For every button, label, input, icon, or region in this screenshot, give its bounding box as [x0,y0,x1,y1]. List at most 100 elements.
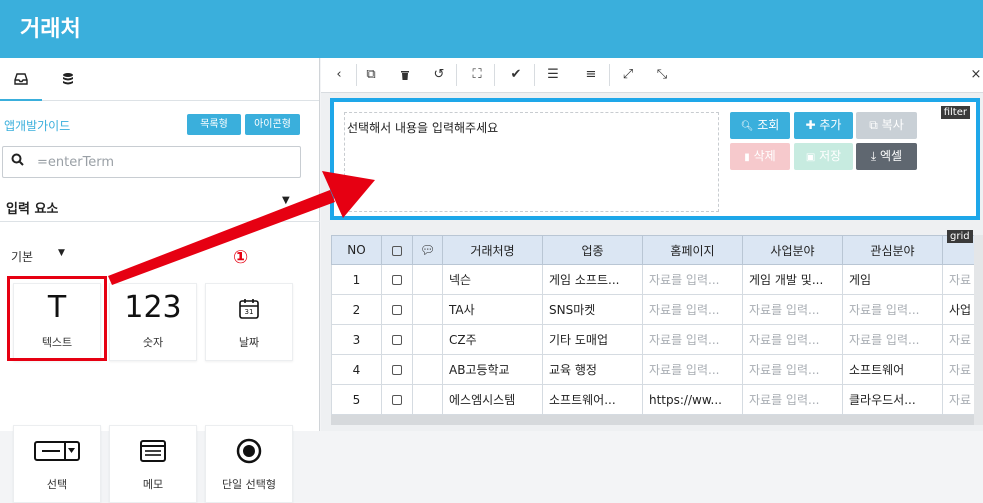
cell-interest[interactable]: 게임 [842,264,943,295]
cell-company[interactable]: 에스엠시스템 [442,384,543,415]
element-search[interactable]: =enterTerm [2,146,301,178]
checkbox[interactable] [392,305,402,315]
comment-cell[interactable] [412,294,443,325]
row-checkbox-cell[interactable] [381,324,413,355]
row-checkbox-cell[interactable] [381,384,413,415]
table-row[interactable]: 2 TA사 SNS마켓 자료를 입력... 자료를 입력... 자료를 입력... 사업 [331,294,974,325]
cell-homepage[interactable]: 자료를 입력... [642,264,743,295]
delete-button[interactable]: ▮ 삭제 [730,143,790,170]
table-row[interactable]: 4 AB고등학교 교육 행정 자료를 입력... 자료를 입력... 소프트웨어 자료 [331,354,974,385]
select-area-icon[interactable]: ⛶ [463,58,491,92]
cell-industry[interactable]: SNS마켓 [542,294,643,325]
cell-business[interactable]: 자료를 입력... [742,324,843,355]
expand-icon[interactable]: ⤢ [614,58,642,92]
inbox-tab[interactable] [0,58,42,101]
cell-no[interactable]: 5 [331,384,382,415]
list-view-button[interactable]: 목록형 [187,114,241,135]
subsection-label[interactable]: 기본 [11,248,33,265]
cell-company[interactable]: TA사 [442,294,543,325]
cell-industry[interactable]: 소프트웨어... [542,384,643,415]
col-interest[interactable]: 관심분야 [842,235,943,265]
cell-industry[interactable]: 교육 행정 [542,354,643,385]
trash-icon[interactable] [391,58,419,92]
cell-industry[interactable]: 기타 도매업 [542,324,643,355]
row-checkbox-cell[interactable] [381,294,413,325]
undo-icon[interactable]: ↺ [425,58,453,92]
search-button[interactable]: 🔍︎ 조회 [730,112,790,139]
close-icon[interactable]: × [969,58,983,92]
cell-no[interactable]: 1 [331,264,382,295]
button-label: 삭제 [753,149,776,163]
cell-homepage[interactable]: 자료를 입력... [642,354,743,385]
checkbox[interactable] [392,245,402,256]
excel-button[interactable]: ⤓ 엑셀 [856,143,917,170]
checkbox[interactable] [392,275,402,285]
cell-extra[interactable]: 자료 [942,384,974,415]
cell-interest[interactable]: 자료를 입력... [842,294,943,325]
cell-extra[interactable]: 자료 [942,324,974,355]
cell-business[interactable]: 자료를 입력... [742,354,843,385]
checkbox[interactable] [392,395,402,405]
comment-cell[interactable] [412,324,443,355]
add-button[interactable]: ✚ 추가 [794,112,853,139]
horizontal-scrollbar[interactable] [331,415,974,425]
align-justify-icon[interactable]: ≡ [577,58,605,92]
vertical-scrollbar[interactable] [974,235,983,425]
tile-number[interactable]: 123 숫자 [109,283,197,361]
section-dropdown-icon[interactable]: ▼ [282,195,290,206]
col-business[interactable]: 사업분야 [742,235,843,265]
col-homepage[interactable]: 홈페이지 [642,235,743,265]
cell-extra[interactable]: 사업 [942,294,974,325]
col-comment[interactable]: 💬︎ [412,235,443,265]
cell-extra[interactable]: 자료 [942,264,974,295]
cell-company[interactable]: CZ주 [442,324,543,355]
tile-date[interactable]: 31 날짜 [205,283,293,361]
row-checkbox-cell[interactable] [381,264,413,295]
tile-select[interactable]: 선택 [13,425,101,503]
tile-radio[interactable]: 단일 선택형 [205,425,293,503]
cell-business[interactable]: 게임 개발 및... [742,264,843,295]
cell-interest[interactable]: 자료를 입력... [842,324,943,355]
app-guide-link[interactable]: 앱개발가이드 [4,117,70,134]
checkbox[interactable] [392,365,402,375]
copy-button[interactable]: ⧉ 복사 [856,112,917,139]
cell-no[interactable]: 3 [331,324,382,355]
col-industry[interactable]: 업종 [542,235,643,265]
cell-no[interactable]: 4 [331,354,382,385]
filter-textarea[interactable]: 선택해서 내용을 입력해주세요 [344,112,719,212]
copy-icon[interactable]: ⧉ [357,58,385,92]
cell-interest[interactable]: 클라우드서... [842,384,943,415]
cell-no[interactable]: 2 [331,294,382,325]
cell-interest[interactable]: 소프트웨어 [842,354,943,385]
database-tab[interactable] [47,58,89,101]
cell-extra[interactable]: 자료 [942,354,974,385]
comment-cell[interactable] [412,354,443,385]
icon-view-button[interactable]: 아이콘형 [245,114,300,135]
back-icon[interactable]: ‹ [325,58,353,92]
cell-company[interactable]: AB고등학교 [442,354,543,385]
table-row[interactable]: 5 에스엠시스템 소프트웨어... https://ww... 자료를 입력... 클라우… [331,384,974,415]
cell-company[interactable]: 넥슨 [442,264,543,295]
search-input[interactable]: =enterTerm [37,155,114,170]
col-select-all[interactable] [381,235,413,265]
comment-cell[interactable] [412,264,443,295]
cell-industry[interactable]: 게임 소프트... [542,264,643,295]
comment-cell[interactable] [412,384,443,415]
table-row[interactable]: 3 CZ주 기타 도매업 자료를 입력... 자료를 입력... 자료를 입력... 자료 [331,324,974,355]
tile-memo[interactable]: 메모 [109,425,197,503]
cell-homepage[interactable]: https://ww... [642,384,743,415]
cell-business[interactable]: 자료를 입력... [742,384,843,415]
cell-homepage[interactable]: 자료를 입력... [642,324,743,355]
col-company[interactable]: 거래처명 [442,235,543,265]
save-button[interactable]: ▣ 저장 [794,143,853,170]
checkbox[interactable] [392,335,402,345]
check-icon[interactable]: ✔ [502,58,530,92]
table-row[interactable]: 1 넥슨 게임 소프트... 자료를 입력... 게임 개발 및... 게임 자료 [331,264,974,295]
row-checkbox-cell[interactable] [381,354,413,385]
align-left-icon[interactable]: ☰ [539,58,567,92]
col-no[interactable]: NO [331,235,382,265]
collapse-icon[interactable]: ⤡ [648,58,676,92]
cell-homepage[interactable]: 자료를 입력... [642,294,743,325]
cell-business[interactable]: 자료를 입력... [742,294,843,325]
chevron-down-icon[interactable]: ▼ [58,248,65,258]
